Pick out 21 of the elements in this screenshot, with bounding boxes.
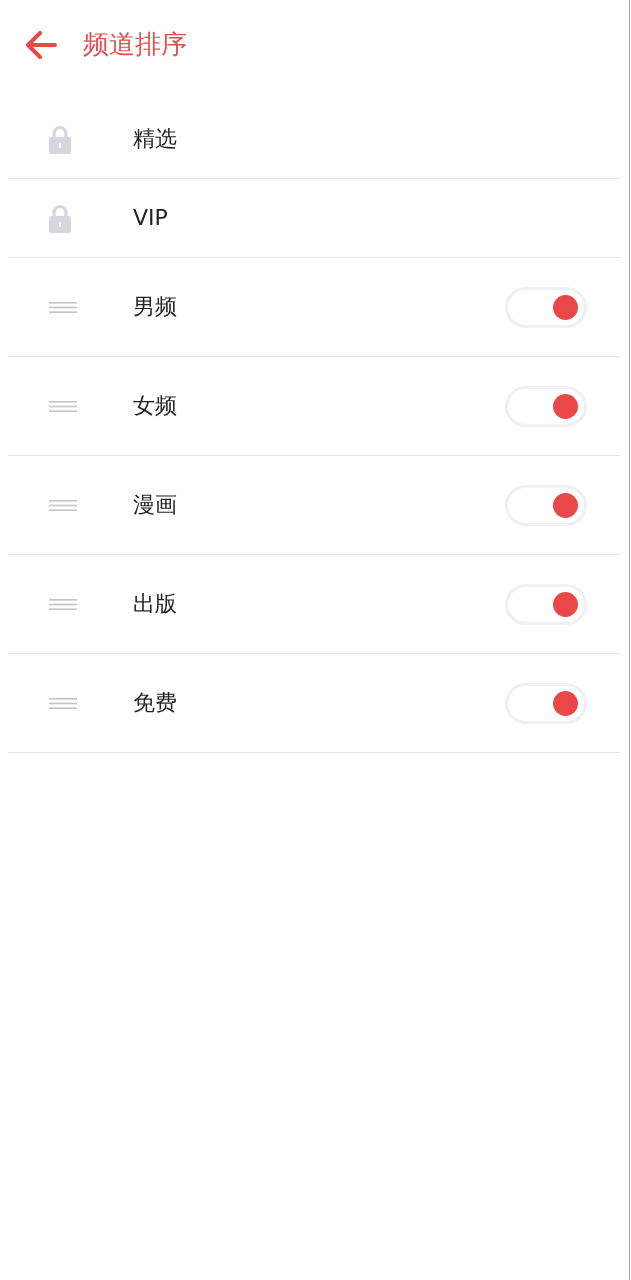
drag-handle-icon[interactable] <box>49 499 77 511</box>
toggle-switch[interactable] <box>505 385 587 427</box>
channel-name: 出版 <box>133 590 177 618</box>
toggle-switch[interactable] <box>505 484 587 526</box>
page-title: 频道排序 <box>83 29 187 61</box>
drag-handle-icon[interactable] <box>49 400 77 412</box>
toggle-switch[interactable] <box>505 583 587 625</box>
channel-name: 免费 <box>133 689 177 717</box>
drag-handle-icon[interactable] <box>49 598 77 610</box>
toggle-switch[interactable] <box>505 682 587 724</box>
drag-handle-icon[interactable] <box>49 301 77 313</box>
channel-name: 漫画 <box>133 491 177 519</box>
channel-name: 精选 <box>133 125 177 153</box>
drag-handle-icon[interactable] <box>49 697 77 709</box>
channel-name: 女频 <box>133 392 177 420</box>
channel-name: 男频 <box>133 293 177 321</box>
lock-icon <box>49 203 71 233</box>
channel-name: VIP <box>133 204 168 232</box>
lock-icon <box>49 124 71 154</box>
back-arrow-icon[interactable] <box>25 31 57 59</box>
toggle-switch[interactable] <box>505 286 587 328</box>
